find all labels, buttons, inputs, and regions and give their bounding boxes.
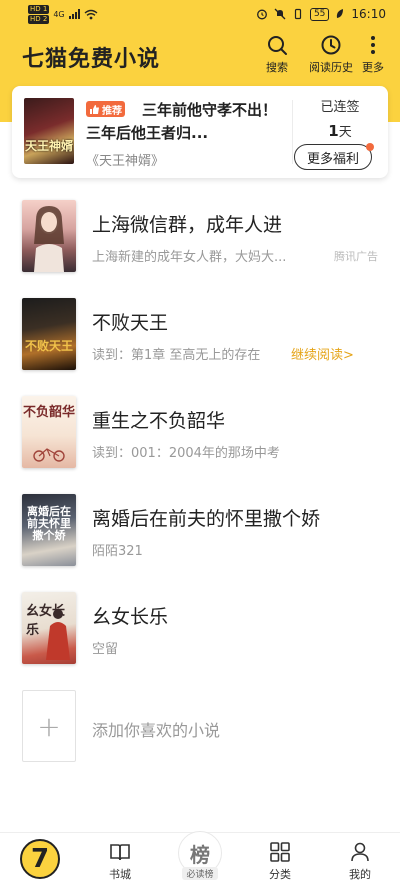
cover-title: 不败天王 bbox=[24, 339, 73, 353]
search-icon bbox=[268, 36, 287, 55]
book-item[interactable]: 离婚后在前夫怀里撒个娇 离婚后在前夫的怀里撒个娇 陌陌321 bbox=[0, 494, 400, 592]
more-button[interactable]: 更多 bbox=[362, 34, 384, 75]
book-item[interactable]: 不负韶华 重生之不负韶华 读到：001：2004年的那场中考 bbox=[0, 396, 400, 494]
tab-ranking[interactable]: 榜 必读榜 bbox=[176, 831, 224, 880]
book-title[interactable]: 幺女长乐 bbox=[92, 602, 168, 629]
book-author: 陌陌321 bbox=[92, 544, 143, 559]
book-item[interactable]: 幺女长乐 幺女长乐 空留 bbox=[0, 592, 400, 690]
tab-category-label: 分类 bbox=[269, 868, 291, 881]
tab-bookstore[interactable]: 书城 bbox=[95, 841, 145, 882]
history-label: 阅读历史 bbox=[309, 61, 353, 74]
clock-icon bbox=[321, 35, 341, 55]
thumbs-up-icon bbox=[90, 104, 99, 114]
alarm-icon bbox=[257, 9, 267, 20]
book-cover[interactable]: 离婚后在前夫怀里撒个娇 bbox=[22, 494, 76, 566]
cover-title: 不负韶华 bbox=[22, 405, 75, 420]
app-header: 七猫免费小说 搜索 阅读历史 更多 bbox=[0, 28, 400, 82]
network-type: 4G bbox=[53, 9, 65, 19]
add-book-label[interactable]: 添加你喜欢的小说 bbox=[92, 717, 220, 741]
bicycle-image bbox=[33, 448, 65, 462]
tab-ranking-label: 必读榜 bbox=[182, 867, 218, 880]
recommend-book-cover[interactable]: 天王神婿 bbox=[24, 98, 74, 164]
wifi-icon bbox=[84, 9, 98, 19]
sim1-badge: HD 1 bbox=[28, 4, 50, 14]
figure-image bbox=[46, 609, 70, 660]
grid-icon bbox=[270, 842, 290, 862]
book-title[interactable]: 离婚后在前夫的怀里撒个娇 bbox=[92, 504, 320, 531]
more-vertical-icon bbox=[371, 36, 375, 54]
vibrate-icon bbox=[294, 8, 302, 20]
book-item-ad[interactable]: 上海微信群，成年人进 上海新建的成年女人群，大妈大... 腾讯广告 bbox=[0, 200, 400, 298]
book-progress: 读到：第1章 至高无上的存在 bbox=[92, 348, 261, 363]
bottom-navigation: • • 7 书城 榜 必读榜 分类 我的 bbox=[0, 831, 400, 888]
recommend-cover-title: 天王神婿 bbox=[24, 139, 73, 153]
streak-days: 1 bbox=[328, 122, 339, 140]
book-title[interactable]: 不败天王 bbox=[92, 308, 168, 335]
tab-profile[interactable]: 我的 bbox=[335, 841, 385, 882]
reading-history-button[interactable]: 阅读历史 bbox=[309, 34, 353, 75]
streak-unit: 天 bbox=[338, 125, 352, 140]
book-title[interactable]: 重生之不负韶华 bbox=[92, 406, 225, 433]
tab-category[interactable]: 分类 bbox=[255, 841, 305, 882]
signal-icon bbox=[68, 9, 80, 19]
mute-icon bbox=[274, 8, 286, 20]
recommend-tag: 推荐 bbox=[86, 101, 125, 117]
app-logo-button[interactable]: • • 7 bbox=[20, 839, 60, 879]
status-left: HD 1 HD 2 4G bbox=[28, 4, 98, 24]
status-bar: HD 1 HD 2 4G 55 16:10 bbox=[0, 0, 400, 28]
recommend-tag-label: 推荐 bbox=[102, 105, 122, 117]
tab-bookstore-label: 书城 bbox=[109, 868, 131, 881]
book-cover[interactable]: 不败天王 bbox=[22, 298, 76, 370]
add-book-button[interactable]: + bbox=[22, 690, 76, 762]
app-title: 七猫免费小说 bbox=[22, 47, 161, 72]
notification-dot bbox=[366, 143, 374, 151]
book-title[interactable]: 上海微信群，成年人进 bbox=[92, 210, 282, 237]
sim-indicators: HD 1 HD 2 bbox=[28, 4, 50, 24]
user-icon bbox=[351, 842, 369, 862]
logo-eyes: • • bbox=[34, 846, 46, 855]
cover-title: 离婚后在前夫怀里撒个娇 bbox=[27, 505, 71, 542]
continue-reading-link[interactable]: 继续阅读> bbox=[291, 344, 354, 363]
book-cover[interactable]: 幺女长乐 bbox=[22, 592, 76, 664]
portrait-image bbox=[34, 206, 64, 272]
plus-icon: + bbox=[37, 709, 61, 743]
book-cover[interactable] bbox=[22, 200, 76, 272]
ad-label: 腾讯广告 bbox=[334, 250, 378, 263]
tab-profile-label: 我的 bbox=[349, 868, 371, 881]
book-open-icon bbox=[110, 844, 130, 861]
more-label: 更多 bbox=[362, 61, 384, 74]
book-progress: 读到：001：2004年的那场中考 bbox=[92, 446, 280, 461]
leaf-icon bbox=[337, 9, 344, 18]
sim2-badge: HD 2 bbox=[28, 14, 50, 24]
recommend-book-name: 《天王神婿》 bbox=[86, 154, 165, 169]
sign-in-streak: 已连签 1天 bbox=[294, 96, 386, 140]
book-cover[interactable]: 不负韶华 bbox=[22, 396, 76, 468]
more-welfare-button[interactable]: 更多福利 bbox=[294, 144, 372, 170]
streak-label: 已连签 bbox=[320, 100, 360, 115]
search-button[interactable]: 搜索 bbox=[266, 34, 288, 75]
book-item[interactable]: 不败天王 不败天王 读到：第1章 至高无上的存在 继续阅读> bbox=[0, 298, 400, 396]
clock-time: 16:10 bbox=[351, 7, 386, 21]
status-right: 55 16:10 bbox=[256, 7, 386, 21]
card-divider bbox=[292, 100, 293, 164]
book-author: 空留 bbox=[92, 642, 119, 657]
streak-count: 1天 bbox=[294, 121, 386, 140]
search-label: 搜索 bbox=[266, 61, 288, 74]
battery-icon: 55 bbox=[309, 7, 330, 21]
book-subtitle: 上海新建的成年女人群，大妈大... bbox=[92, 250, 287, 265]
